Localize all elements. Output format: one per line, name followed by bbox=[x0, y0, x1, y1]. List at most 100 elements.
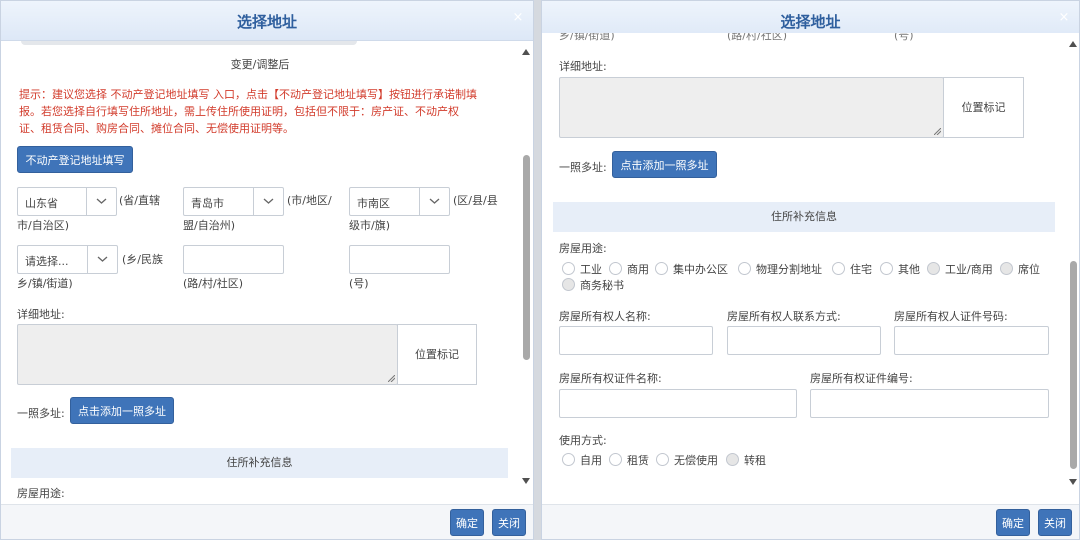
select-address-dialog-right: 选择地址 × 乡/镇/街道) (路/村/社区) (号) 详细地址: 位置标记 一… bbox=[541, 0, 1080, 540]
owner-id-input[interactable] bbox=[894, 326, 1049, 355]
district-select[interactable]: 市南区 bbox=[349, 187, 450, 216]
province-suffix-2: 市/自治区) bbox=[17, 219, 69, 232]
dialog-body: 变更/调整后 提示：建议您选择 不动产登记地址填写 入口，点击【不动产登记地址填… bbox=[1, 41, 533, 506]
number-label-cut: (号) bbox=[894, 33, 914, 42]
usage-radio-office[interactable] bbox=[655, 262, 668, 275]
close-icon[interactable]: × bbox=[511, 11, 525, 25]
use-mode-label: 使用方式: bbox=[559, 434, 607, 447]
residence-supplement-section-title: 住所补充信息 bbox=[553, 202, 1055, 232]
chevron-down-icon[interactable] bbox=[87, 246, 117, 273]
usage-radio-business-secretary[interactable] bbox=[562, 278, 575, 291]
number-input[interactable] bbox=[349, 245, 450, 274]
scrollbar-thumb[interactable] bbox=[523, 155, 530, 360]
close-button[interactable]: 关闭 bbox=[492, 509, 526, 536]
owner-contact-input[interactable] bbox=[727, 326, 881, 355]
dialog-footer: 确定 关闭 bbox=[1, 504, 533, 539]
change-label: 变更/调整后 bbox=[230, 58, 290, 71]
multi-address-label: 一照多址: bbox=[17, 407, 65, 420]
chevron-down-icon[interactable] bbox=[253, 188, 283, 215]
scroll-up-arrow-icon[interactable] bbox=[522, 49, 530, 55]
cert-name-input[interactable] bbox=[559, 389, 797, 418]
number-label: (号) bbox=[349, 277, 369, 290]
use-mode-radio-free[interactable] bbox=[656, 453, 669, 466]
owner-name-label: 房屋所有权人名称: bbox=[559, 310, 651, 323]
road-label: (路/村/社区) bbox=[183, 277, 243, 290]
owner-name-input[interactable] bbox=[559, 326, 713, 355]
street-suffix-cut: 乡/镇/街道) bbox=[559, 33, 615, 42]
close-button[interactable]: 关闭 bbox=[1038, 509, 1072, 536]
position-mark-button[interactable]: 位置标记 bbox=[943, 77, 1024, 138]
use-mode-radio-self[interactable] bbox=[562, 453, 575, 466]
usage-option-label: 其他 bbox=[898, 263, 920, 276]
scroll-down-arrow-icon[interactable] bbox=[1069, 479, 1077, 485]
scroll-up-arrow-icon[interactable] bbox=[1069, 41, 1077, 47]
detail-address-textarea[interactable] bbox=[17, 324, 398, 385]
use-mode-option-label: 无偿使用 bbox=[674, 454, 718, 467]
detail-address-label: 详细地址: bbox=[17, 308, 65, 321]
select-address-dialog-left: 选择地址 × 变更/调整后 提示：建议您选择 不动产登记地址填写 入口，点击【不… bbox=[0, 0, 534, 540]
use-mode-option-label: 自用 bbox=[580, 454, 602, 467]
usage-radio-industrial-commercial[interactable] bbox=[927, 262, 940, 275]
city-select[interactable]: 青岛市 bbox=[183, 187, 284, 216]
usage-radio-seat[interactable] bbox=[1000, 262, 1013, 275]
position-mark-button[interactable]: 位置标记 bbox=[397, 324, 477, 385]
house-usage-label: 房屋用途: bbox=[559, 242, 607, 255]
dialog-title: 选择地址 bbox=[780, 13, 841, 31]
usage-radio-industrial[interactable] bbox=[562, 262, 575, 275]
district-suffix: (区/县/县 bbox=[453, 194, 498, 207]
cut-off-field bbox=[21, 41, 357, 45]
resize-handle-icon[interactable] bbox=[388, 375, 395, 382]
scrollbar[interactable] bbox=[522, 41, 531, 506]
owner-id-label: 房屋所有权人证件号码: bbox=[894, 310, 1008, 323]
chevron-down-icon[interactable] bbox=[419, 188, 449, 215]
street-value: 请选择... bbox=[25, 255, 69, 268]
cert-number-label: 房屋所有权证件编号: bbox=[810, 372, 913, 385]
warning-line-3: 证、租赁合同、购房合同、摊位合同、无偿使用证明等。 bbox=[19, 122, 294, 135]
road-label-cut: (路/村/社区) bbox=[727, 33, 787, 42]
usage-option-label: 商用 bbox=[627, 263, 649, 276]
usage-option-label: 席位 bbox=[1018, 263, 1040, 276]
use-mode-radio-sublease[interactable] bbox=[726, 453, 739, 466]
use-mode-option-label: 租赁 bbox=[627, 454, 649, 467]
residence-supplement-section-title: 住所补充信息 bbox=[11, 448, 508, 478]
detail-address-label: 详细地址: bbox=[559, 60, 607, 73]
chevron-down-icon[interactable] bbox=[86, 188, 116, 215]
city-suffix-2: 盟/自治州) bbox=[183, 219, 235, 232]
usage-radio-residential[interactable] bbox=[832, 262, 845, 275]
owner-contact-label: 房屋所有权人联系方式: bbox=[727, 310, 841, 323]
warning-line-2: 报。若您选择自行填写住所地址，需上传住所使用证明，包括但不限于：房产证、不动产权 bbox=[19, 105, 459, 118]
scroll-down-arrow-icon[interactable] bbox=[522, 478, 530, 484]
province-select[interactable]: 山东省 bbox=[17, 187, 117, 216]
add-multi-address-button[interactable]: 点击添加一照多址 bbox=[70, 397, 174, 424]
detail-address-textarea[interactable] bbox=[559, 77, 944, 138]
confirm-button[interactable]: 确定 bbox=[996, 509, 1030, 536]
cert-number-input[interactable] bbox=[810, 389, 1049, 418]
district-value: 市南区 bbox=[357, 197, 390, 210]
scrollbar-thumb[interactable] bbox=[1070, 261, 1077, 469]
close-icon[interactable]: × bbox=[1057, 11, 1071, 25]
usage-option-label: 商务秘书 bbox=[580, 279, 624, 292]
use-mode-radio-lease[interactable] bbox=[609, 453, 622, 466]
usage-option-label: 集中办公区 bbox=[673, 263, 728, 276]
confirm-button[interactable]: 确定 bbox=[450, 509, 484, 536]
city-value: 青岛市 bbox=[191, 197, 224, 210]
province-value: 山东省 bbox=[25, 197, 58, 210]
usage-radio-commercial[interactable] bbox=[609, 262, 622, 275]
street-suffix-2: 乡/镇/街道) bbox=[17, 277, 73, 290]
usage-option-label: 工业/商用 bbox=[945, 263, 993, 276]
use-mode-option-label: 转租 bbox=[744, 454, 766, 467]
province-suffix: (省/直辖 bbox=[119, 194, 160, 207]
scrollbar[interactable] bbox=[1069, 33, 1078, 506]
multi-address-label: 一照多址: bbox=[559, 161, 607, 174]
usage-radio-partition[interactable] bbox=[738, 262, 751, 275]
resize-handle-icon[interactable] bbox=[934, 128, 941, 135]
usage-radio-other[interactable] bbox=[880, 262, 893, 275]
realestate-address-button[interactable]: 不动产登记地址填写 bbox=[17, 146, 133, 173]
dialog-titlebar: 选择地址 × bbox=[1, 1, 533, 41]
street-select[interactable]: 请选择... bbox=[17, 245, 118, 274]
dialog-footer: 确定 关闭 bbox=[542, 504, 1079, 539]
usage-option-label: 物理分割地址 bbox=[756, 263, 822, 276]
road-input[interactable] bbox=[183, 245, 284, 274]
add-multi-address-button[interactable]: 点击添加一照多址 bbox=[612, 151, 717, 178]
cert-name-label: 房屋所有权证件名称: bbox=[559, 372, 662, 385]
